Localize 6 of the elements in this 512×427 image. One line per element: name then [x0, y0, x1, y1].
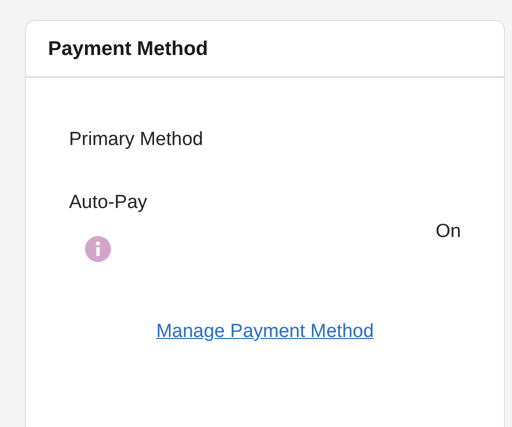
field-value: On [436, 220, 461, 244]
field-label: Primary Method [69, 128, 204, 152]
manage-payment-link[interactable]: Manage Payment Method [156, 318, 374, 346]
card-title: Payment Method [48, 36, 208, 62]
info-icon[interactable] [85, 236, 111, 262]
field-label: Auto-Pay [69, 191, 148, 215]
